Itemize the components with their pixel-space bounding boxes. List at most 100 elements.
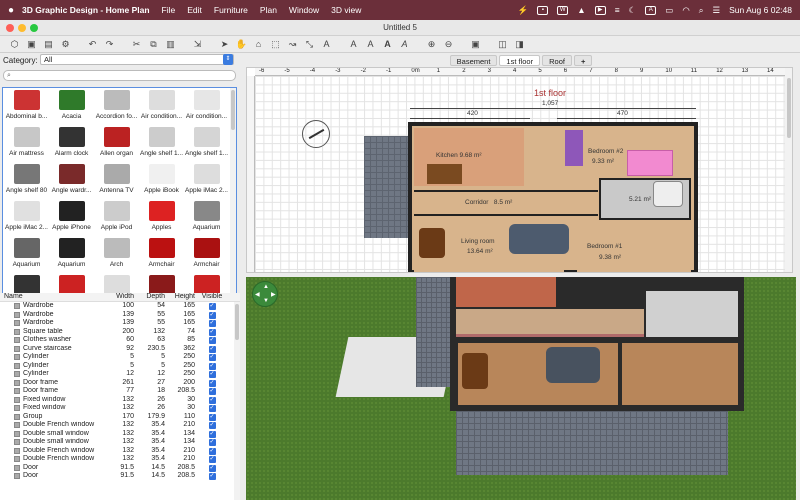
table-row[interactable]: Double French window 132 35.4 210 ✓ xyxy=(0,421,240,430)
tab-1st-floor[interactable]: 1st floor xyxy=(499,54,541,66)
wardrobe-2[interactable] xyxy=(565,130,583,166)
table-row[interactable]: Double small window 132 35.4 134 ✓ xyxy=(0,430,240,439)
table-row[interactable]: Cylinder 5 5 250 ✓ xyxy=(0,353,240,362)
catalog-item[interactable]: Air condition... xyxy=(139,88,184,125)
create-polylines-icon[interactable]: ↝ xyxy=(284,37,301,52)
table-scrollbar[interactable] xyxy=(234,302,240,500)
catalog-item[interactable]: Aquarium xyxy=(49,236,94,273)
table-row[interactable]: Double French window 132 35.4 210 ✓ xyxy=(0,447,240,456)
table-row[interactable]: Fixed window 132 26 30 ✓ xyxy=(0,396,240,405)
visible-checkbox[interactable]: ✓ xyxy=(208,320,216,327)
catalog-item[interactable]: Angle shelf 1... xyxy=(184,125,229,162)
catalog-item[interactable]: Apple iMac 2... xyxy=(4,199,49,236)
table-row[interactable]: Door 91.5 14.5 208.5 ✓ xyxy=(0,472,240,481)
catalog-search-input[interactable]: ⌕ xyxy=(3,70,236,81)
plan-scrollbar[interactable] xyxy=(785,68,792,272)
table-row[interactable]: Wardrobe 139 55 165 ✓ xyxy=(0,319,240,328)
catalog-item[interactable]: Armchair xyxy=(184,236,229,273)
col-depth[interactable]: Depth xyxy=(134,293,165,301)
catalog-item[interactable]: Angle wardr... xyxy=(49,162,94,199)
table-row[interactable]: Door frame 77 18 208.5 ✓ xyxy=(0,387,240,396)
navigation-arrows-icon[interactable]: ▲ ▼ ◀ ▶ xyxy=(252,281,278,307)
visible-checkbox[interactable]: ✓ xyxy=(208,473,216,480)
menu-edit[interactable]: Edit xyxy=(187,5,202,15)
moon-icon[interactable]: ☾ xyxy=(629,5,637,16)
dimension-total[interactable] xyxy=(410,108,696,109)
zoom-in-icon[interactable]: ⊕ xyxy=(423,37,440,52)
menu-window[interactable]: Window xyxy=(289,5,319,15)
table-row[interactable]: Wardrobe 139 55 165 ✓ xyxy=(0,311,240,320)
select-mode-icon[interactable]: ➤ xyxy=(216,37,233,52)
cut-icon[interactable]: ✂ xyxy=(128,37,145,52)
catalog-item[interactable]: Angle shelf 1... xyxy=(139,125,184,162)
menu-3d-view[interactable]: 3D view xyxy=(331,5,361,15)
tab-roof[interactable]: Roof xyxy=(542,54,572,66)
zoom-window-button[interactable] xyxy=(30,24,38,32)
dimension-right[interactable] xyxy=(557,118,696,119)
open-icon[interactable]: ▣ xyxy=(23,37,40,52)
catalog-item[interactable]: Accordion fo... xyxy=(94,88,139,125)
bolt-icon[interactable]: ⚡ xyxy=(518,5,529,16)
apple-icon[interactable]: ● xyxy=(0,5,22,16)
menu-plan[interactable]: Plan xyxy=(260,5,277,15)
minimize-window-button[interactable] xyxy=(18,24,26,32)
increase-text-icon[interactable]: A xyxy=(345,37,362,52)
catalog-item[interactable]: Apple iPhone xyxy=(49,199,94,236)
paste-icon[interactable]: ▥ xyxy=(162,37,179,52)
visible-checkbox[interactable]: ✓ xyxy=(208,311,216,319)
redo-icon[interactable]: ↷ xyxy=(101,37,118,52)
table-row[interactable]: Fixed window 132 26 30 ✓ xyxy=(0,404,240,413)
table-row[interactable]: Clothes washer 60 63 85 ✓ xyxy=(0,336,240,345)
visible-checkbox[interactable]: ✓ xyxy=(208,422,216,429)
terrace[interactable] xyxy=(364,136,410,238)
catalog-item[interactable]: Abdominal b... xyxy=(4,88,49,125)
category-select[interactable]: All ⇕ xyxy=(40,54,234,65)
catalog-item[interactable]: Alarm clock xyxy=(49,125,94,162)
control-center-icon[interactable]: ☰ xyxy=(713,5,721,16)
catalog-item[interactable]: Arch xyxy=(94,236,139,273)
table-row[interactable]: Wardrobe 100 54 165 ✓ xyxy=(0,302,240,311)
catalog-item[interactable]: Air mattress xyxy=(4,125,49,162)
create-photo-icon[interactable]: ▣ xyxy=(467,37,484,52)
visible-checkbox[interactable]: ✓ xyxy=(208,396,216,404)
preferences-icon[interactable]: ⚙ xyxy=(57,37,74,52)
dimension-left[interactable] xyxy=(410,118,530,119)
plan-view[interactable]: -6-5-4-3-2-10m12345678910111213141516 1s… xyxy=(246,67,793,273)
catalog-item[interactable]: Aquarium xyxy=(184,199,229,236)
col-visible[interactable]: Visible xyxy=(195,293,229,301)
create-dimensions-icon[interactable]: ⤡ xyxy=(301,37,318,52)
status-icon-3[interactable]: ▲ xyxy=(577,5,585,15)
table-row[interactable]: Door 91.5 14.5 208.5 ✓ xyxy=(0,464,240,473)
paved-path-3d[interactable] xyxy=(456,411,728,475)
decrease-text-icon[interactable]: A xyxy=(362,37,379,52)
create-walls-icon[interactable]: ⌂ xyxy=(250,37,267,52)
visible-checkbox[interactable]: ✓ xyxy=(208,345,216,353)
table-row[interactable]: Square table 200 132 74 ✓ xyxy=(0,328,240,337)
menu-furniture[interactable]: Furniture xyxy=(214,5,248,15)
keyboard-input-icon[interactable]: A xyxy=(645,5,657,15)
catalog-item[interactable]: Antenna TV xyxy=(94,162,139,199)
status-icon-4[interactable]: ▶ xyxy=(594,5,606,15)
visible-checkbox[interactable]: ✓ xyxy=(208,303,216,310)
catalog-item[interactable]: Air condition... xyxy=(184,88,229,125)
table-row[interactable]: Door frame 261 27 200 ✓ xyxy=(0,379,240,388)
visible-checkbox[interactable]: ✓ xyxy=(208,464,216,472)
visible-checkbox[interactable]: ✓ xyxy=(208,388,216,395)
dining-table[interactable] xyxy=(419,228,445,258)
visible-checkbox[interactable]: ✓ xyxy=(208,439,216,446)
visible-checkbox[interactable]: ✓ xyxy=(208,362,216,370)
add-text-icon[interactable]: A xyxy=(318,37,335,52)
bold-icon[interactable]: A xyxy=(379,37,396,52)
table-row[interactable]: Double French window 132 35.4 210 ✓ xyxy=(0,455,240,464)
undo-icon[interactable]: ↶ xyxy=(84,37,101,52)
aerial-view-icon[interactable]: ◫ xyxy=(494,37,511,52)
visible-checkbox[interactable]: ✓ xyxy=(208,379,216,387)
visible-checkbox[interactable]: ✓ xyxy=(208,371,216,378)
virtual-visit-icon[interactable]: ◨ xyxy=(511,37,528,52)
catalog-item[interactable]: Acacia xyxy=(49,88,94,125)
zoom-out-icon[interactable]: ⊖ xyxy=(440,37,457,52)
table-row[interactable]: Double small window 132 35.4 134 ✓ xyxy=(0,438,240,447)
table-row[interactable]: Cylinder 5 5 250 ✓ xyxy=(0,362,240,371)
visible-checkbox[interactable]: ✓ xyxy=(208,413,216,421)
catalog-item[interactable]: Apple iBook xyxy=(139,162,184,199)
